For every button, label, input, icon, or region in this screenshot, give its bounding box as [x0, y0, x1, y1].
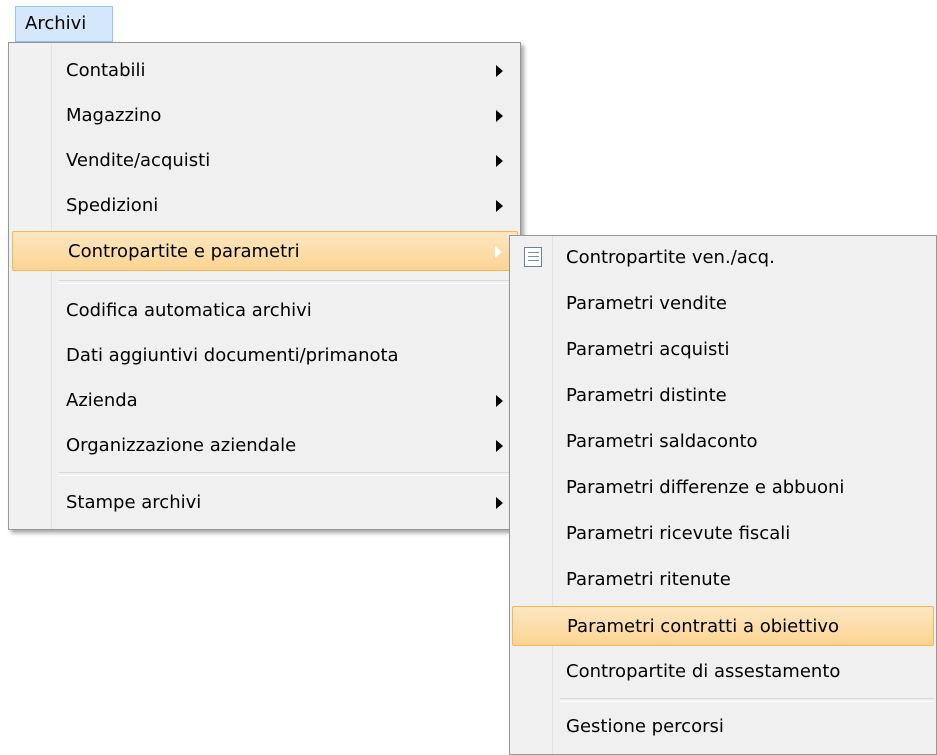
menu-item-label: Dati aggiuntivi documenti/primanota	[66, 345, 399, 366]
menu-item-dati-aggiuntivi[interactable]: Dati aggiuntivi documenti/primanota	[11, 336, 518, 376]
archivi-menu: Contabili Magazzino Vendite/acquisti Spe…	[8, 42, 521, 530]
menu-item-spedizioni[interactable]: Spedizioni	[11, 186, 518, 226]
submenu-item-contropartite-assestamento[interactable]: Contropartite di assestamento	[512, 652, 934, 692]
submenu-item-parametri-vendite[interactable]: Parametri vendite	[512, 284, 934, 324]
submenu-item-label: Parametri saldaconto	[566, 431, 758, 452]
submenu-arrow-icon	[496, 395, 503, 407]
submenu-arrow-icon	[496, 200, 503, 212]
menu-item-label: Contropartite e parametri	[68, 241, 300, 262]
submenu-arrow-icon	[496, 497, 503, 509]
menu-item-stampe-archivi[interactable]: Stampe archivi	[11, 483, 518, 523]
menu-item-organizzazione-aziendale[interactable]: Organizzazione aziendale	[11, 426, 518, 466]
contropartite-submenu: Contropartite ven./acq. Parametri vendit…	[509, 235, 937, 755]
submenu-arrow-icon	[495, 246, 502, 258]
menu-item-magazzino[interactable]: Magazzino	[11, 96, 518, 136]
menu-item-label: Stampe archivi	[66, 492, 202, 513]
menu-item-vendite-acquisti[interactable]: Vendite/acquisti	[11, 141, 518, 181]
menu-item-codifica-automatica-archivi[interactable]: Codifica automatica archivi	[11, 291, 518, 331]
submenu-item-parametri-acquisti[interactable]: Parametri acquisti	[512, 330, 934, 370]
submenu-item-label: Parametri acquisti	[566, 339, 730, 360]
submenu-arrow-icon	[496, 110, 503, 122]
submenu-item-label: Parametri ritenute	[566, 569, 731, 590]
submenu-item-parametri-differenze[interactable]: Parametri differenze e abbuoni	[512, 468, 934, 508]
menu-item-label: Codifica automatica archivi	[66, 300, 312, 321]
submenu-item-parametri-saldaconto[interactable]: Parametri saldaconto	[512, 422, 934, 462]
menubar-archivi-label: Archivi	[25, 13, 87, 34]
submenu-item-parametri-contratti-obiettivo[interactable]: Parametri contratti a obiettivo	[512, 606, 934, 646]
submenu-item-parametri-ricevute-fiscali[interactable]: Parametri ricevute fiscali	[512, 514, 934, 554]
menu-item-label: Azienda	[66, 390, 138, 411]
menu-separator	[59, 472, 518, 476]
submenu-item-label: Parametri vendite	[566, 293, 727, 314]
submenu-item-gestione-percorsi[interactable]: Gestione percorsi	[512, 707, 934, 747]
menubar-archivi[interactable]: Archivi	[15, 6, 113, 42]
submenu-item-label: Parametri contratti a obiettivo	[567, 616, 839, 637]
menu-separator	[560, 698, 934, 702]
menu-item-azienda[interactable]: Azienda	[11, 381, 518, 421]
menu-separator	[59, 280, 518, 284]
menu-item-label: Spedizioni	[66, 195, 159, 216]
submenu-item-label: Contropartite di assestamento	[566, 661, 841, 682]
menu-item-label: Magazzino	[66, 105, 162, 126]
menu-item-contabili[interactable]: Contabili	[11, 51, 518, 91]
submenu-arrow-icon	[496, 440, 503, 452]
submenu-item-parametri-distinte[interactable]: Parametri distinte	[512, 376, 934, 416]
submenu-item-parametri-ritenute[interactable]: Parametri ritenute	[512, 560, 934, 600]
submenu-item-label: Contropartite ven./acq.	[566, 247, 775, 268]
submenu-item-contropartite-ven-acq[interactable]: Contropartite ven./acq.	[512, 238, 934, 278]
submenu-item-label: Parametri ricevute fiscali	[566, 523, 791, 544]
menu-item-label: Contabili	[66, 60, 146, 81]
list-icon	[524, 247, 542, 267]
submenu-item-label: Gestione percorsi	[566, 716, 724, 737]
submenu-item-label: Parametri distinte	[566, 385, 727, 406]
menu-item-label: Organizzazione aziendale	[66, 435, 297, 456]
menu-item-label: Vendite/acquisti	[66, 150, 211, 171]
submenu-item-label: Parametri differenze e abbuoni	[566, 477, 845, 498]
submenu-arrow-icon	[496, 155, 503, 167]
menu-item-contropartite-e-parametri[interactable]: Contropartite e parametri	[12, 231, 518, 271]
submenu-arrow-icon	[496, 65, 503, 77]
